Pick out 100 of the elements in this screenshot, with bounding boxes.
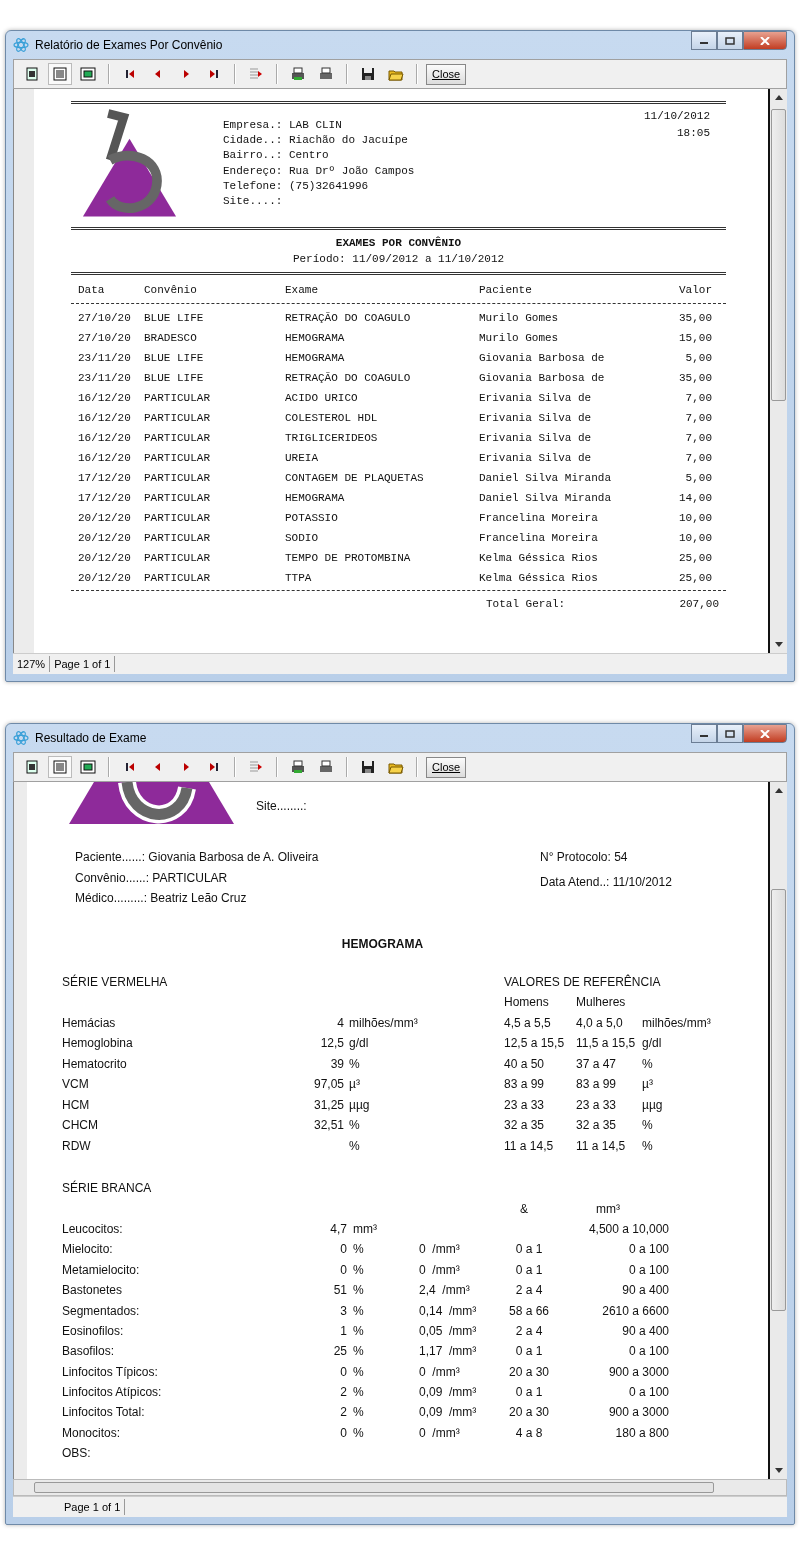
table-cell-text: Basofilos: (62, 1344, 116, 1359)
table-cell: % (642, 1138, 653, 1153)
report-period: Período: 11/09/2012 a 11/10/2012 (291, 252, 506, 267)
table-cell-text: 23/11/20 (78, 372, 132, 384)
scroll-down-icon[interactable] (774, 1468, 783, 1473)
table-cell-text: µµg (349, 1097, 371, 1112)
table-cell-text: % (349, 1056, 361, 1071)
horizontal-scrollbar[interactable] (13, 1479, 787, 1496)
table-cell-text: 900 a 3000 (607, 1405, 669, 1420)
table-cell-text: RETRAÇÃO DO COAGULO (285, 312, 412, 324)
scroll-up-icon[interactable] (774, 788, 783, 793)
window-title: Relatório de Exames Por Convênio (35, 38, 223, 52)
table-cell-text: 0 (339, 1242, 347, 1257)
table-cell-text: 7,00 (684, 432, 712, 444)
page-count: Page 1 of 1 (50, 656, 116, 672)
table-cell-text: PARTICULAR (144, 492, 211, 504)
table-cell-text: 12,5 a 15,5 (504, 1036, 566, 1051)
table-cell-text: 4,5 a 5,5 (504, 1015, 552, 1030)
table-cell-text: % (353, 1425, 365, 1440)
close-report-button[interactable]: Close (426, 63, 467, 85)
table-cell-text: 0 (339, 1364, 347, 1379)
minimize-button[interactable] (691, 31, 717, 50)
table-cell-text: Monocitos: (62, 1425, 122, 1440)
table-cell: 97,05 (313, 1077, 344, 1092)
table-cell: 0,09 /mm³ (419, 1385, 477, 1400)
column-header: Exame (285, 284, 319, 296)
protocol-info: N° Protocolo: 54 (540, 849, 629, 866)
table-cell: 4 (337, 1015, 344, 1030)
table-cell-text: Francelina Moreira (479, 512, 599, 524)
table-cell-text: Segmentados: (62, 1303, 141, 1318)
scroll-up-icon[interactable] (774, 95, 783, 100)
table-cell-text: PARTICULAR (144, 452, 211, 464)
table-cell-text: COLESTEROL HDL (285, 412, 379, 424)
minimize-button[interactable] (691, 724, 717, 743)
table-cell-text: 7,00 (684, 452, 712, 464)
table-cell-text: 27/10/20 (78, 312, 132, 324)
table-cell: 0,14 /mm³ (419, 1303, 477, 1318)
table-cell: 20 a 30 (508, 1364, 549, 1379)
table-cell-text: VCM (62, 1077, 90, 1092)
table-cell-text: TEMPO DE PROTOMBINA (285, 552, 412, 564)
report-title: EXAMES POR CONVÊNIO (334, 235, 463, 251)
table-cell-text: Linfocitos Total: (62, 1405, 146, 1420)
table-cell-text: % (353, 1364, 365, 1379)
table-cell-text: Metamielocito: (62, 1262, 141, 1277)
maximize-button[interactable] (717, 724, 743, 743)
table-cell-text: 27/10/20 (78, 332, 132, 344)
table-cell-text: BRADESCO (144, 332, 198, 344)
maximize-button[interactable] (717, 31, 743, 50)
table-cell-text: Erivania Silva de (479, 432, 593, 444)
close-report-button[interactable]: Close (426, 756, 467, 778)
table-cell-text: 0 a 100 (627, 1262, 669, 1277)
column-header: mm³ (596, 1201, 620, 1216)
table-cell-text: BLUE LIFE (144, 312, 205, 324)
patient-info: Paciente......: Giovania Barbosa de A. Oliveira (75, 849, 319, 866)
list-icon[interactable] (48, 756, 72, 778)
table-cell-text: 16/12/20 (78, 452, 132, 464)
table-cell-text: 11 a 14,5 (504, 1138, 555, 1153)
table-cell-text: 180 a 800 (614, 1425, 669, 1440)
table-cell-text: 4,0 a 5,0 (576, 1015, 624, 1030)
table-cell: 0 /mm³ (419, 1262, 460, 1277)
table-cell-text: 900 a 3000 (607, 1364, 669, 1379)
table-cell-text: POTASSIO (285, 512, 339, 524)
table-cell-text: BLUE LIFE (144, 352, 205, 364)
table-cell-text: % (353, 1283, 365, 1298)
table-cell-text: mm³ (353, 1221, 378, 1236)
column-header: & (520, 1201, 528, 1216)
scroll-down-icon[interactable] (774, 642, 783, 647)
close-button[interactable] (743, 31, 787, 50)
table-cell: 2,4 /mm³ (419, 1283, 470, 1298)
table-cell-text: 2 (339, 1405, 347, 1420)
table-cell-text: Daniel Silva Miranda (479, 492, 613, 504)
table-cell: 0,09 /mm³ (419, 1405, 477, 1420)
table-cell-text: 83 a 99 (576, 1077, 618, 1092)
table-cell-text: Mielocito: (62, 1242, 114, 1257)
list-icon[interactable] (48, 63, 72, 85)
table-cell-text: 3 (339, 1303, 347, 1318)
table-cell-text: 90 a 400 (621, 1283, 669, 1298)
table-cell-text: HCM (62, 1097, 91, 1112)
table-cell-text: CONTAGEM DE PLAQUETAS (285, 472, 425, 484)
table-cell-text: % (353, 1242, 365, 1257)
table-cell-text: 25,00 (678, 572, 712, 584)
protocol-info: Data Atend..: 11/10/2012 (540, 874, 673, 891)
table-cell-text: Erivania Silva de (479, 392, 593, 404)
table-cell-text: 7,00 (684, 392, 712, 404)
table-cell: 12,5 (320, 1036, 344, 1051)
close-button[interactable] (743, 724, 787, 743)
table-cell-text: ACIDO URICO (285, 392, 359, 404)
table-cell-text: 25 (332, 1344, 347, 1359)
table-cell-text: BLUE LIFE (144, 372, 205, 384)
column-header: Paciente (479, 284, 533, 296)
table-cell-text: 25,00 (678, 552, 712, 564)
table-cell: 32,51 (313, 1118, 344, 1133)
table-cell: µµg (642, 1097, 663, 1112)
table-cell-text: 32 a 35 (576, 1118, 618, 1133)
exam-title: HEMOGRAMA (340, 936, 425, 951)
table-cell-text: 0 a 100 (627, 1242, 669, 1257)
table-cell-text: Hemoglobina (62, 1036, 134, 1051)
table-cell-text: 1 (339, 1323, 347, 1338)
table-cell-text: Kelma Géssica Rios (479, 572, 599, 584)
table-cell-text: 35,00 (678, 312, 712, 324)
